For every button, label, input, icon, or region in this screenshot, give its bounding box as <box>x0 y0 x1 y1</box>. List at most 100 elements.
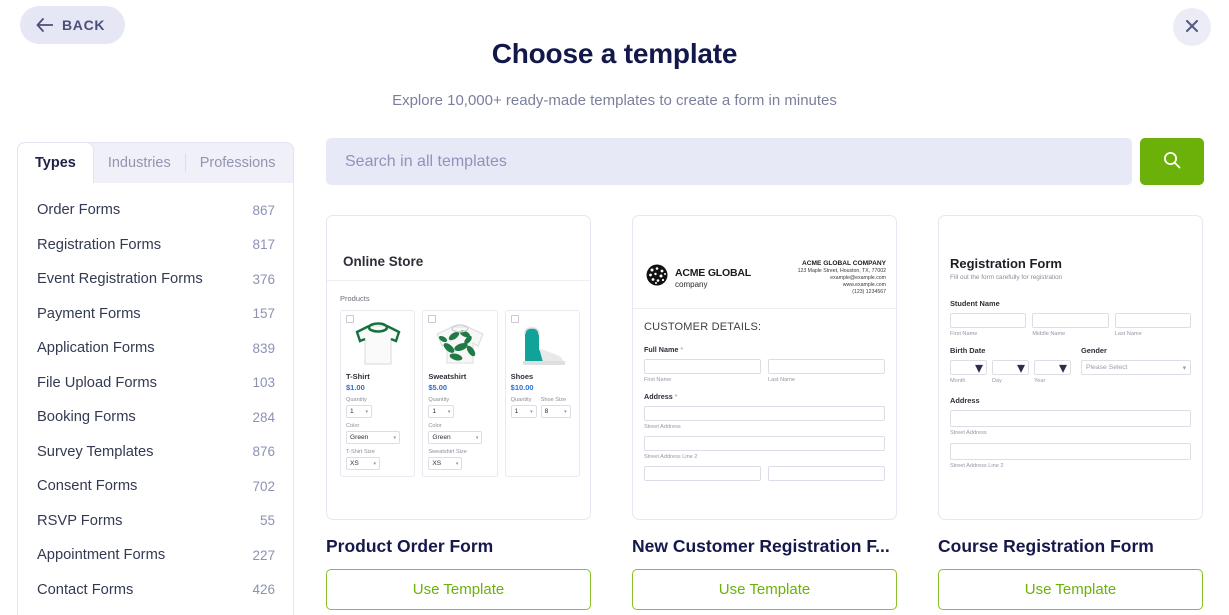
quantity-label: Quantity <box>510 397 532 403</box>
use-template-button[interactable]: Use Template <box>326 569 591 610</box>
tshirt-icon <box>346 318 409 370</box>
sidebar-item-booking-forms[interactable]: Booking Forms 284 <box>18 400 293 435</box>
sidebar-item-consent-forms[interactable]: Consent Forms 702 <box>18 469 293 504</box>
product-name: Sweatshirt <box>428 372 467 381</box>
label-text: Address <box>644 392 673 401</box>
color-select[interactable]: Green ▾ <box>428 431 483 444</box>
color-select[interactable]: Green ▾ <box>346 431 400 444</box>
page-subtitle: Explore 10,000+ ready-made templates to … <box>392 92 837 109</box>
sidebar-item-count: 376 <box>252 271 275 287</box>
last-name-input[interactable] <box>1114 313 1191 328</box>
sidebar-item-registration-forms[interactable]: Registration Forms 817 <box>18 228 293 263</box>
section-heading: CUSTOMER DETAILS: <box>644 321 762 333</box>
sidebar-item-contact-forms[interactable]: Contact Forms 426 <box>18 573 293 608</box>
sidebar-item-count: 839 <box>252 340 275 356</box>
birth-date-label: Birth Date <box>950 346 986 355</box>
chevron-down-icon: ▾ <box>1058 359 1067 377</box>
company-email: example@example.com <box>830 275 886 281</box>
arrow-left-icon <box>36 18 54 32</box>
quantity-label: Quantity <box>346 397 367 403</box>
middle-name-input[interactable] <box>1032 313 1109 328</box>
chevron-down-icon: ▾ <box>974 359 983 377</box>
day-hint: Day <box>992 378 1002 384</box>
template-card-grid: Online Store Products T-Shirt $1.00 Quan… <box>326 215 1204 610</box>
last-name-input[interactable] <box>768 359 885 374</box>
preview-heading: Registration Form <box>950 256 1062 271</box>
sidebar-item-file-upload-forms[interactable]: File Upload Forms 103 <box>18 366 293 401</box>
sidebar-item-application-forms[interactable]: Application Forms 839 <box>18 331 293 366</box>
template-preview[interactable]: Online Store Products T-Shirt $1.00 Quan… <box>326 215 591 520</box>
search-button[interactable] <box>1140 138 1204 185</box>
quantity-value: 1 <box>514 408 519 415</box>
template-title: New Customer Registration F... <box>632 536 890 556</box>
size-select[interactable]: XS ▾ <box>346 457 380 470</box>
quantity-select[interactable]: 1 ▾ <box>428 405 455 418</box>
search-bar <box>326 138 1204 185</box>
size-value: XS <box>432 460 442 467</box>
sidebar-item-count: 817 <box>252 237 275 253</box>
sidebar-item-order-forms[interactable]: Order Forms 867 <box>18 193 293 228</box>
tab-types[interactable]: Types <box>17 142 94 183</box>
street-address-input[interactable] <box>644 406 885 421</box>
city-input[interactable] <box>644 466 761 481</box>
first-name-input[interactable] <box>950 313 1027 328</box>
sidebar-item-payment-forms[interactable]: Payment Forms 157 <box>18 297 293 332</box>
preview-subheading: Fill out the form carefully for registra… <box>950 274 1063 281</box>
template-preview[interactable]: ACME GLOBAL company ACME GLOBAL COMPANY … <box>632 215 897 520</box>
tab-professions[interactable]: Professions <box>186 143 290 183</box>
sidebar-item-count: 55 <box>259 513 275 529</box>
sidebar-item-count: 284 <box>252 409 275 425</box>
quantity-select[interactable]: 1 ▾ <box>346 405 372 418</box>
sidebar-item-label: File Upload Forms <box>37 374 157 391</box>
sidebar-item-count: 876 <box>252 444 275 460</box>
color-label: Color <box>428 423 442 429</box>
street-address-input[interactable] <box>950 410 1191 427</box>
month-hint: Month <box>950 378 966 384</box>
sidebar-item-label: Registration Forms <box>37 236 162 253</box>
quantity-value: 1 <box>432 408 436 415</box>
quantity-label: Quantity <box>428 397 450 403</box>
middle-name-hint: Middle Name <box>1032 331 1066 337</box>
chevron-down-icon: ▾ <box>1182 364 1186 372</box>
gender-select[interactable]: Please Select ▾ <box>1081 360 1191 375</box>
street-address-2-input[interactable] <box>950 443 1191 460</box>
template-preview[interactable]: Registration Form Fill out the form care… <box>938 215 1203 520</box>
shoe-size-select[interactable]: 8 ▾ <box>540 405 571 418</box>
sidebar-item-survey-templates[interactable]: Survey Templates 876 <box>18 435 293 470</box>
street-address-2-input[interactable] <box>644 436 885 451</box>
first-name-input[interactable] <box>644 359 761 374</box>
sidebar-item-count: 227 <box>252 547 275 563</box>
shoe-size-value: 8 <box>544 408 549 415</box>
product-price: $10.00 <box>510 383 534 392</box>
company-name: ACME GLOBAL COMPANY <box>801 260 886 267</box>
chevron-down-icon: ▾ <box>530 408 533 415</box>
sidebar-item-rsvp-forms[interactable]: RSVP Forms 55 <box>18 504 293 539</box>
product-name: Shoes <box>510 372 534 381</box>
required-mark: * <box>680 345 684 354</box>
student-name-label: Student Name <box>950 299 1000 308</box>
chevron-down-icon: ▾ <box>393 434 396 441</box>
search-input[interactable] <box>326 138 1132 185</box>
first-name-hint: First Name <box>950 331 978 337</box>
last-name-hint: Last Name <box>768 377 796 383</box>
quantity-select[interactable]: 1 ▾ <box>510 405 537 418</box>
size-select[interactable]: XS ▾ <box>428 457 463 470</box>
tab-industries[interactable]: Industries <box>94 143 185 183</box>
use-template-button[interactable]: Use Template <box>632 569 897 610</box>
state-input[interactable] <box>768 466 885 481</box>
sidebar-item-appointment-forms[interactable]: Appointment Forms 227 <box>18 538 293 573</box>
template-title: Course Registration Form <box>938 536 1154 556</box>
last-name-hint: Last Name <box>1114 331 1142 337</box>
year-hint: Year <box>1034 378 1046 384</box>
sidebar-item-event-registration-forms[interactable]: Event Registration Forms 376 <box>18 262 293 297</box>
use-template-button[interactable]: Use Template <box>938 569 1203 610</box>
street-address-2-hint: Street Address Line 2 <box>950 463 1004 469</box>
full-name-label: Full Name * <box>644 345 885 354</box>
birth-month-select[interactable]: ▾ <box>950 359 987 377</box>
globe-logo-icon <box>644 262 670 293</box>
birth-day-select[interactable]: ▾ <box>992 360 1029 377</box>
logo-subtitle: company <box>675 279 708 289</box>
sidebar-item-label: Consent Forms <box>37 478 138 495</box>
birth-year-select[interactable]: ▾ <box>1034 359 1071 377</box>
company-website: www.example.com <box>842 282 886 288</box>
